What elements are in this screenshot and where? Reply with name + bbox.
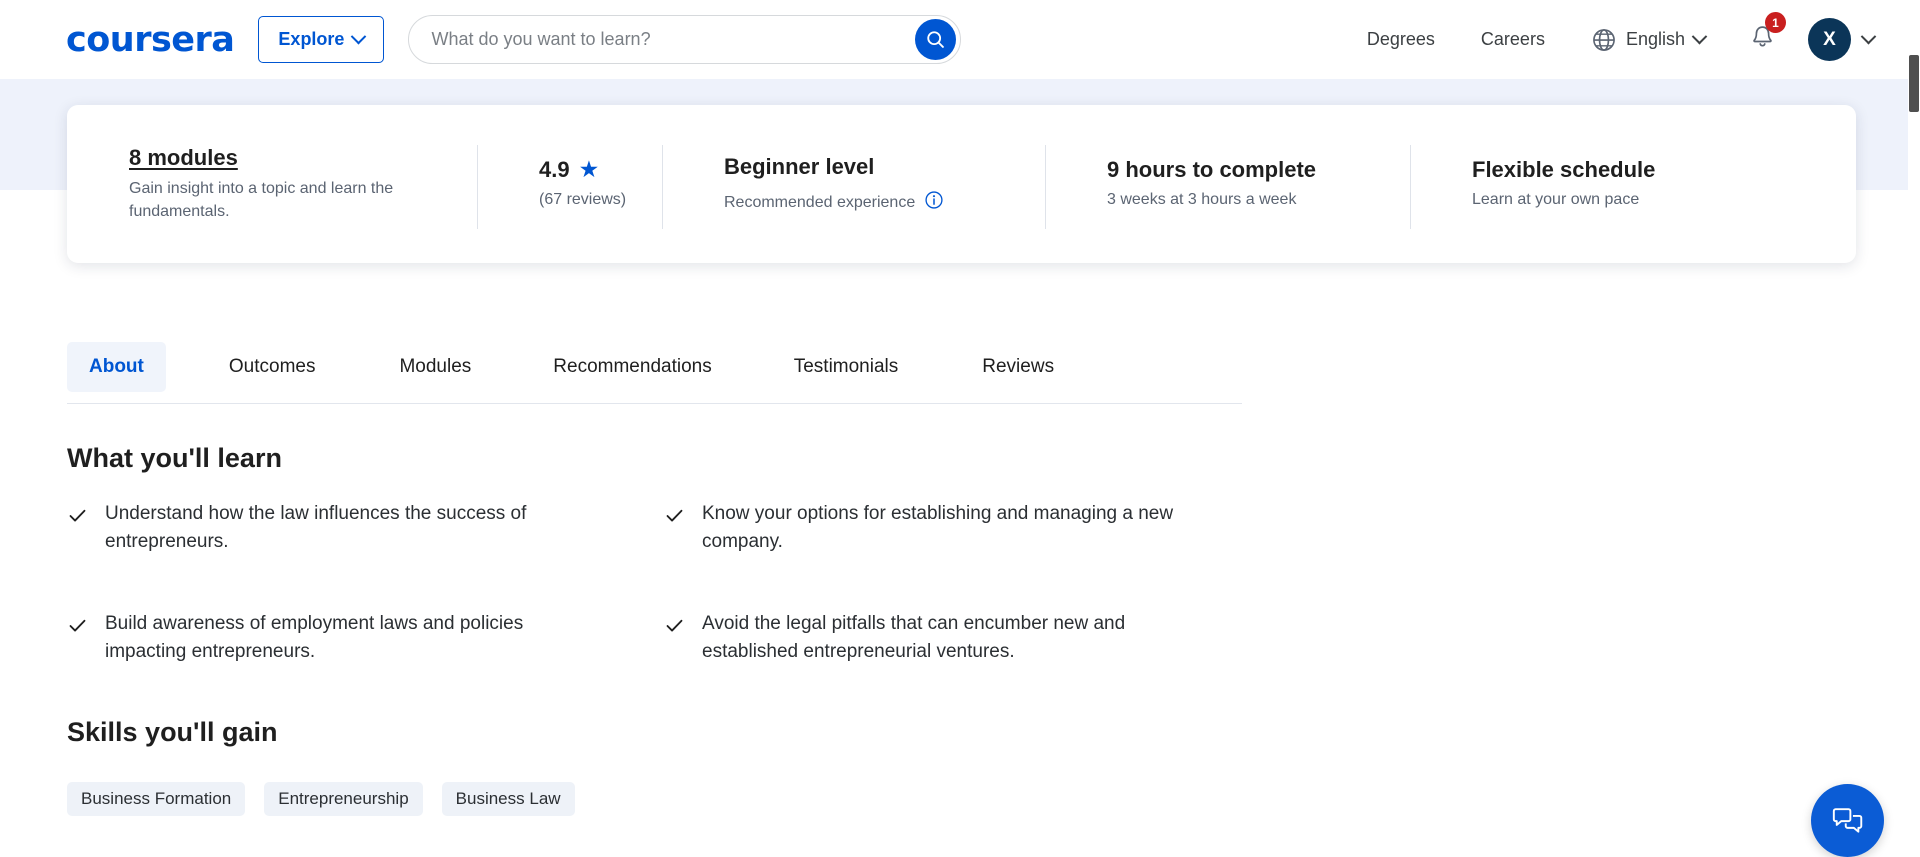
stat-schedule-subtitle: Learn at your own pace xyxy=(1472,188,1762,211)
check-icon xyxy=(67,505,88,526)
stat-rating-reviews[interactable]: (67 reviews) xyxy=(539,188,662,211)
header-nav-right: Degrees Careers English 1 X xyxy=(1367,18,1920,61)
skills-tag-list: Business Formation Entrepreneurship Busi… xyxy=(67,782,575,816)
tab-reviews[interactable]: Reviews xyxy=(960,342,1076,392)
stat-divider xyxy=(1410,145,1411,229)
learn-item: Understand how the law influences the su… xyxy=(67,500,664,555)
learn-item: Know your options for establishing and m… xyxy=(664,500,1247,555)
learn-item-text: Know your options for establishing and m… xyxy=(702,500,1177,555)
stat-rating-value: 4.9 xyxy=(539,157,570,183)
stat-schedule: Flexible schedule Learn at your own pace xyxy=(1410,105,1790,263)
stat-rating-row: 4.9 ★ xyxy=(539,157,662,183)
stat-modules-subtitle: Gain insight into a topic and learn the … xyxy=(129,177,419,223)
avatar: X xyxy=(1808,18,1851,61)
search-icon xyxy=(925,29,946,50)
stat-schedule-title: Flexible schedule xyxy=(1472,157,1790,183)
globe-icon xyxy=(1591,27,1617,53)
nav-link-degrees[interactable]: Degrees xyxy=(1367,29,1435,50)
explore-button[interactable]: Explore xyxy=(258,16,384,63)
learn-item-text: Build awareness of employment laws and p… xyxy=(105,610,580,665)
language-label: English xyxy=(1626,29,1685,50)
search-bar[interactable] xyxy=(408,15,961,64)
search-input[interactable] xyxy=(431,29,915,50)
check-icon xyxy=(664,615,685,636)
tab-about[interactable]: About xyxy=(67,342,166,392)
course-stats-card: 8 modules Gain insight into a topic and … xyxy=(67,105,1856,263)
stat-duration-subtitle: 3 weeks at 3 hours a week xyxy=(1107,188,1397,211)
tab-outcomes[interactable]: Outcomes xyxy=(207,342,338,392)
tab-testimonials[interactable]: Testimonials xyxy=(772,342,921,392)
skill-tag[interactable]: Entrepreneurship xyxy=(264,782,422,816)
skill-tag[interactable]: Business Law xyxy=(442,782,575,816)
stat-divider xyxy=(1045,145,1046,229)
stat-level-subtitle: Recommended experience xyxy=(724,191,915,214)
stat-level-title: Beginner level xyxy=(724,154,1045,180)
page-scrollbar-track[interactable] xyxy=(1908,0,1920,845)
nav-link-careers[interactable]: Careers xyxy=(1481,29,1545,50)
skill-tag[interactable]: Business Formation xyxy=(67,782,245,816)
chat-bubbles-icon xyxy=(1830,803,1866,839)
info-icon[interactable] xyxy=(924,190,944,210)
check-icon xyxy=(67,615,88,636)
chevron-down-icon xyxy=(1692,29,1708,45)
site-header: coursera Explore Degrees Careers English xyxy=(0,0,1920,79)
learn-item-text: Avoid the legal pitfalls that can encumb… xyxy=(702,610,1177,665)
chevron-down-icon xyxy=(1861,29,1877,45)
learn-item: Avoid the legal pitfalls that can encumb… xyxy=(664,610,1247,665)
stat-modules-title[interactable]: 8 modules xyxy=(129,145,477,171)
notifications-button[interactable]: 1 xyxy=(1749,23,1776,56)
check-icon xyxy=(664,505,685,526)
stat-duration-title: 9 hours to complete xyxy=(1107,157,1410,183)
explore-button-label: Explore xyxy=(278,29,344,50)
coursera-logo[interactable]: coursera xyxy=(66,20,234,60)
account-menu[interactable]: X xyxy=(1808,18,1874,61)
stat-duration: 9 hours to complete 3 weeks at 3 hours a… xyxy=(1045,105,1410,263)
stat-level-sub-row: Recommended experience xyxy=(724,186,1045,214)
search-submit-button[interactable] xyxy=(915,19,956,60)
tab-modules[interactable]: Modules xyxy=(377,342,493,392)
what-youll-learn-list: Understand how the law influences the su… xyxy=(67,500,1247,665)
notification-badge: 1 xyxy=(1765,12,1786,33)
stat-divider xyxy=(662,145,663,229)
stat-modules: 8 modules Gain insight into a topic and … xyxy=(67,105,477,263)
chat-widget-button[interactable] xyxy=(1811,784,1884,857)
skills-youll-gain-title: Skills you'll gain xyxy=(67,717,277,748)
learn-item-text: Understand how the law influences the su… xyxy=(105,500,580,555)
chevron-down-icon xyxy=(351,29,367,45)
course-section-tabs: About Outcomes Modules Recommendations T… xyxy=(67,330,1242,404)
stat-level: Beginner level Recommended experience xyxy=(662,105,1045,263)
what-youll-learn-title: What you'll learn xyxy=(67,443,282,474)
stat-rating: 4.9 ★ (67 reviews) xyxy=(477,105,662,263)
star-icon: ★ xyxy=(579,158,600,181)
stat-divider xyxy=(477,145,478,229)
language-selector[interactable]: English xyxy=(1591,27,1705,53)
tab-recommendations[interactable]: Recommendations xyxy=(531,342,733,392)
page-scrollbar-thumb[interactable] xyxy=(1909,55,1919,112)
learn-item: Build awareness of employment laws and p… xyxy=(67,610,664,665)
